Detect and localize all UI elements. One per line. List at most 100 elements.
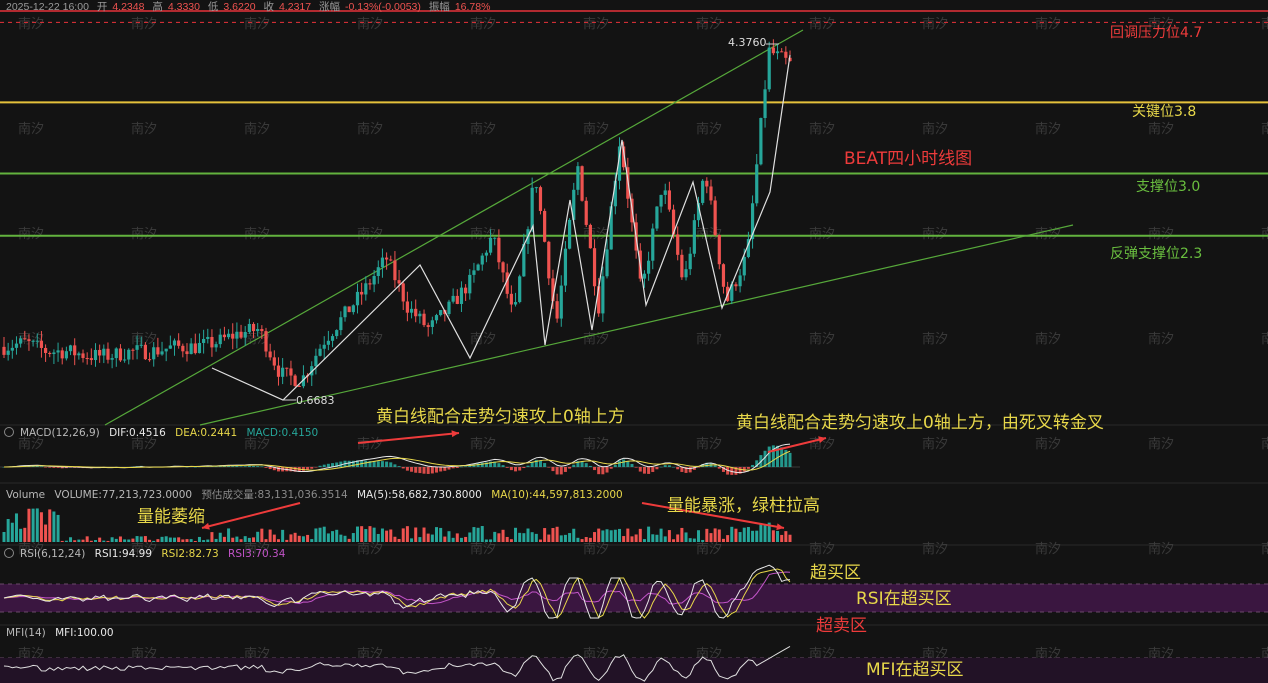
volume-bar bbox=[588, 537, 592, 542]
candle-body bbox=[239, 331, 243, 338]
watermark-text: 南汐 bbox=[18, 226, 44, 242]
candle-body bbox=[81, 353, 85, 358]
rsi-oversold-label: 超卖区 bbox=[816, 616, 867, 636]
volume-bar bbox=[114, 538, 118, 542]
level-label-2.3: 反弹支撑位2.3 bbox=[1110, 246, 1203, 262]
candle-body bbox=[281, 367, 285, 377]
candle-body bbox=[272, 357, 276, 366]
candle-body bbox=[343, 306, 347, 318]
rsi3-value: RSI3:70.34 bbox=[228, 548, 286, 560]
candle-body bbox=[226, 333, 231, 338]
volume-bar bbox=[489, 539, 493, 542]
watermark-text: 南汐 bbox=[696, 541, 722, 557]
candle-body bbox=[717, 235, 721, 265]
header-change-label: 涨幅 bbox=[319, 1, 341, 13]
macd-histogram-bar bbox=[788, 452, 792, 467]
macd-histogram-bar bbox=[584, 463, 588, 467]
macd-histogram-bar bbox=[447, 467, 451, 470]
volume-bar bbox=[597, 528, 601, 542]
candle-body bbox=[19, 338, 23, 344]
macd-histogram-bar bbox=[613, 464, 617, 467]
macd-histogram-bar bbox=[48, 467, 52, 468]
candle-body bbox=[322, 344, 326, 349]
candle-body bbox=[181, 345, 185, 352]
candle-body bbox=[493, 237, 497, 239]
volume-bar bbox=[630, 536, 634, 542]
candle-body bbox=[771, 47, 775, 54]
macd-histogram-bar bbox=[243, 466, 247, 467]
candle-body bbox=[742, 256, 746, 276]
watermark-text: 南汐 bbox=[1148, 121, 1174, 137]
candle-body bbox=[143, 344, 147, 360]
volume-bar bbox=[106, 540, 110, 542]
candle-body bbox=[688, 253, 692, 270]
volume-bar bbox=[738, 532, 742, 542]
macd-histogram-bar bbox=[322, 464, 326, 467]
watermark-text: 南汐 bbox=[1035, 331, 1061, 347]
level-label-4.7: 回调压力位4.7 bbox=[1110, 25, 1203, 41]
macd-histogram-bar bbox=[713, 465, 717, 467]
bell-icon[interactable] bbox=[4, 427, 14, 437]
volume-bar bbox=[543, 528, 547, 542]
candle-body bbox=[210, 336, 214, 348]
watermark-text: 南汐 bbox=[583, 541, 609, 557]
macd-histogram-bar bbox=[235, 466, 239, 467]
volume-bar bbox=[355, 526, 359, 542]
volume-bar bbox=[197, 536, 201, 542]
candle-body bbox=[759, 117, 763, 165]
watermark-text: 南汐 bbox=[696, 331, 722, 347]
candle-body bbox=[488, 237, 493, 253]
candle-body bbox=[513, 302, 518, 305]
candle-body bbox=[497, 237, 501, 263]
zigzag-polyline bbox=[211, 54, 791, 401]
mfi-header: MFI(14) MFI:100.00 bbox=[6, 627, 120, 639]
candle-body bbox=[335, 330, 339, 337]
volume-bar bbox=[609, 530, 613, 542]
macd-histogram-bar bbox=[401, 467, 405, 469]
volume-bar bbox=[709, 533, 713, 542]
candle-body bbox=[297, 385, 301, 387]
volume-bar bbox=[19, 528, 23, 542]
watermark-text: 南汐 bbox=[470, 541, 496, 557]
volume-bar bbox=[484, 539, 488, 542]
candle-body bbox=[260, 329, 264, 332]
watermark-text: 南汐 bbox=[696, 121, 722, 137]
volume-bar bbox=[44, 524, 48, 542]
candle-body bbox=[409, 308, 414, 313]
watermark-text: 南汐 bbox=[244, 121, 270, 137]
volume-bar bbox=[39, 512, 43, 542]
candle-body bbox=[405, 301, 409, 313]
volume-bar bbox=[77, 539, 81, 542]
volume-bar bbox=[426, 533, 430, 542]
volume-bar bbox=[160, 536, 164, 542]
volume-bar bbox=[755, 530, 759, 542]
candle-body bbox=[659, 194, 663, 207]
watermark-text: 南汐 bbox=[583, 16, 609, 32]
bell-icon[interactable] bbox=[4, 548, 14, 558]
volume-bar bbox=[568, 533, 572, 542]
candle-body bbox=[135, 345, 139, 350]
macd-histogram-bar bbox=[39, 466, 43, 467]
volume-bar bbox=[202, 540, 206, 542]
volume-bar bbox=[181, 539, 185, 542]
volume-bar bbox=[692, 538, 696, 542]
volume-bar bbox=[697, 530, 701, 542]
chart-canvas[interactable]: 南汐南汐南汐南汐南汐南汐南汐南汐南汐南汐南汐南汐南汐南汐南汐南汐南汐南汐南汐南汐… bbox=[0, 0, 1268, 683]
candle-body bbox=[422, 313, 426, 326]
watermark-text: 南汐 bbox=[922, 121, 948, 137]
candle-body bbox=[2, 346, 6, 355]
candle-body bbox=[98, 349, 102, 356]
volume-bar bbox=[526, 528, 530, 542]
volume-bar bbox=[102, 540, 106, 542]
watermark-text: 南汐 bbox=[357, 226, 383, 242]
candle-body bbox=[235, 331, 239, 339]
macd-histogram-bar bbox=[514, 467, 518, 472]
candle-body bbox=[426, 325, 430, 327]
arrow-volume-left bbox=[201, 502, 301, 529]
candle-body bbox=[543, 210, 547, 242]
volume-bar bbox=[688, 538, 692, 542]
candle-body bbox=[567, 219, 572, 249]
volume-bar bbox=[551, 528, 555, 542]
macd-histogram-bar bbox=[655, 467, 659, 470]
candle-body bbox=[530, 187, 534, 230]
